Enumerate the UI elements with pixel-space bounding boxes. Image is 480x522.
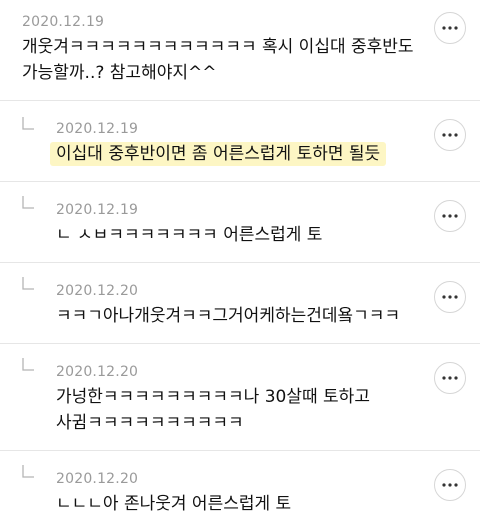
comment-text-line: 이십대 중후반이면 좀 어른스럽게 토하면 될듯	[50, 141, 387, 167]
comment-text-line: ㅋㅋㄱ아나개웃겨ㅋㅋ그거어케하는건데욬ㄱㅋㅋ	[56, 306, 401, 326]
reply-item: 2020.12.20 가넝한ㅋㅋㅋㅋㅋㅋㅋㅋㅋ나 30살때 토하고 사귐ㅋㅋㅋㅋ…	[0, 344, 480, 450]
highlighted-text: 이십대 중후반이면 좀 어른스럽게 토하면 될듯	[50, 142, 387, 166]
comment-text-line: 가능할까..? 참고해야지^^	[22, 63, 217, 83]
reply-arrow-icon	[22, 465, 34, 479]
more-options-icon	[442, 214, 458, 218]
reply-item: 2020.12.19 이십대 중후반이면 좀 어른스럽게 토하면 될듯	[0, 101, 480, 181]
comment-date: 2020.12.20	[56, 471, 139, 487]
more-options-button[interactable]	[434, 12, 466, 44]
reply-item: 2020.12.20 ㄴㄴㄴ아 존나웃겨 어른스럽게 토	[0, 451, 480, 522]
comment-text-line: 사귐ㅋㅋㅋㅋㅋㅋㅋㅋㅋㅋ	[56, 413, 244, 433]
reply-item: 2020.12.20 ㅋㅋㄱ아나개웃겨ㅋㅋ그거어케하는건데욬ㄱㅋㅋ	[0, 263, 480, 343]
comment-text-line: ㄴㄴㄴ아 존나웃겨 어른스럽게 토	[56, 494, 292, 514]
reply-arrow-icon	[22, 277, 34, 291]
comment-text-line: ㄴ ㅅㅂㅋㅋㅋㅋㅋㅋㅋ 어른스럽게 토	[56, 225, 323, 245]
comment-date: 2020.12.19	[56, 121, 139, 137]
comment-date: 2020.12.19	[56, 202, 139, 218]
reply-arrow-icon	[22, 358, 34, 372]
comment-text-line: 개웃겨ㅋㅋㅋㅋㅋㅋㅋㅋㅋㅋㅋㅋ 혹시 이십대 중후반도	[22, 37, 414, 57]
more-options-button[interactable]	[434, 362, 466, 394]
more-options-button[interactable]	[434, 281, 466, 313]
comment-date: 2020.12.20	[56, 283, 139, 299]
comment-date: 2020.12.19	[22, 14, 105, 30]
comment-text-line: 가넝한ㅋㅋㅋㅋㅋㅋㅋㅋㅋ나 30살때 토하고	[56, 387, 370, 407]
more-options-icon	[442, 376, 458, 380]
more-options-button[interactable]	[434, 119, 466, 151]
more-options-button[interactable]	[434, 469, 466, 501]
comment-item: 2020.12.19 개웃겨ㅋㅋㅋㅋㅋㅋㅋㅋㅋㅋㅋㅋ 혹시 이십대 중후반도 가…	[0, 0, 480, 100]
more-options-icon	[442, 133, 458, 137]
reply-arrow-icon	[22, 117, 34, 131]
comment-date: 2020.12.20	[56, 364, 139, 380]
reply-arrow-icon	[22, 196, 34, 210]
more-options-icon	[442, 26, 458, 30]
more-options-icon	[442, 483, 458, 487]
more-options-button[interactable]	[434, 200, 466, 232]
reply-item: 2020.12.19 ㄴ ㅅㅂㅋㅋㅋㅋㅋㅋㅋ 어른스럽게 토	[0, 182, 480, 262]
more-options-icon	[442, 295, 458, 299]
